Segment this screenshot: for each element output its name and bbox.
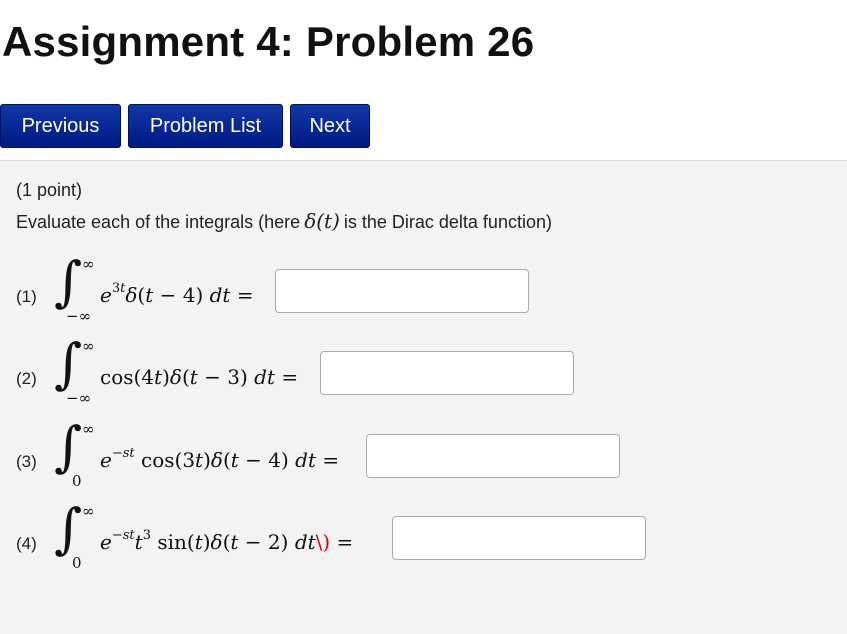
upper-limit: ∞ — [82, 420, 95, 438]
page-title: Assignment 4: Problem 26 — [2, 18, 535, 65]
upper-limit: ∞ — [82, 337, 95, 355]
upper-limit: ∞ — [82, 502, 95, 520]
answer-input-4[interactable] — [392, 516, 646, 560]
integrand-expression: cos(4t)δ(t − 3) dt = — [100, 365, 299, 389]
part-label: (4) — [16, 534, 37, 553]
lower-limit: 0 — [72, 554, 82, 572]
problem-statement: Evaluate each of the integrals (here δ(t… — [16, 209, 552, 233]
problem-part-2: (2) ∫ ∞ −∞ cos(4t)δ(t − 3) dt = — [16, 337, 836, 427]
integrand-expression: e−st cos(3t)δ(t − 4) dt = — [100, 446, 340, 472]
answer-input-1[interactable] — [275, 269, 529, 313]
point-value: (1 point) — [16, 180, 83, 200]
statement-prefix: Evaluate each of the integrals (here — [16, 212, 301, 232]
problem-list-button[interactable]: Problem List — [128, 104, 283, 148]
lower-limit: −∞ — [66, 307, 92, 325]
integrand-expression: e−stt3 sin(t)δ(t − 2) dt\) = — [100, 528, 354, 554]
lower-limit: −∞ — [66, 389, 92, 407]
problem-panel: (1 point) Evaluate each of the integrals… — [0, 160, 847, 634]
problem-part-3: (3) ∫ ∞ 0 e−st cos(3t)δ(t − 4) dt = — [16, 420, 836, 510]
part-label: (2) — [16, 369, 37, 388]
answer-input-3[interactable] — [366, 434, 620, 478]
answer-input-2[interactable] — [320, 351, 574, 395]
statement-suffix: is the Dirac delta function) — [343, 212, 552, 232]
integral-sign: ∫ — [54, 497, 83, 560]
part-label: (1) — [16, 287, 37, 306]
lower-limit: 0 — [72, 472, 82, 490]
previous-button[interactable]: Previous — [0, 104, 121, 148]
integral-sign: ∫ — [54, 250, 83, 313]
problem-part-4: (4) ∫ ∞ 0 e−stt3 sin(t)δ(t − 2) dt\) = — [16, 502, 836, 592]
part-label: (3) — [16, 452, 37, 471]
integrand-expression: e3tδ(t − 4) dt = — [100, 281, 254, 307]
integral-sign: ∫ — [54, 415, 83, 478]
upper-limit: ∞ — [82, 255, 95, 273]
delta-symbol: δ(t) — [304, 209, 340, 233]
next-button[interactable]: Next — [290, 104, 370, 148]
integral-sign: ∫ — [54, 332, 83, 395]
problem-part-1: (1) ∫ ∞ −∞ e3tδ(t − 4) dt = — [16, 255, 836, 345]
